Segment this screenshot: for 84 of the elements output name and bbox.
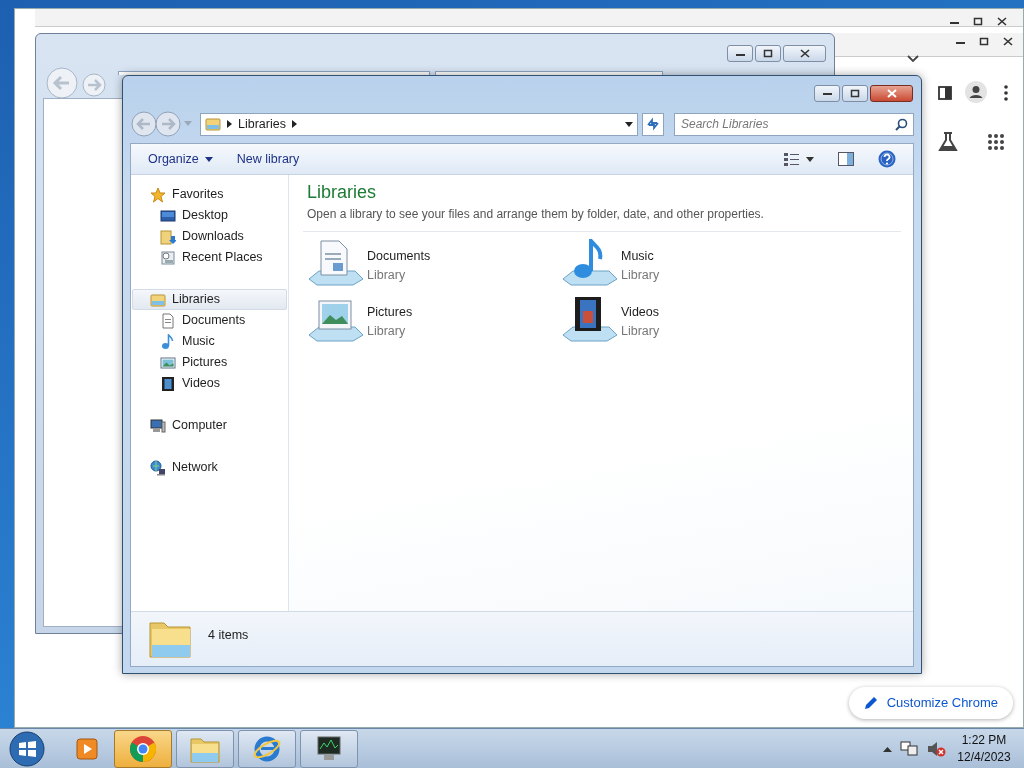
minimize-icon — [822, 91, 832, 95]
nav-item[interactable]: Documents — [132, 310, 287, 331]
desktop-icon — [160, 207, 176, 224]
nav-item[interactable]: Pictures — [132, 352, 287, 373]
nav-item[interactable]: Desktop — [132, 205, 287, 226]
caret-icon — [204, 156, 213, 162]
network-icon[interactable] — [900, 739, 918, 758]
refresh-icon — [646, 117, 660, 131]
libraries-icon — [150, 291, 166, 308]
side-panel-icon[interactable] — [937, 85, 953, 101]
preview-pane-icon — [838, 152, 854, 166]
nav-item[interactable]: Videos — [132, 373, 287, 394]
pencil-icon — [863, 696, 878, 710]
nav-item[interactable]: Music — [132, 331, 287, 352]
maximize-icon — [979, 37, 989, 46]
library-item[interactable]: Videos Library — [561, 295, 815, 345]
view-list-icon — [784, 152, 800, 166]
close-icon — [799, 49, 810, 58]
internet-explorer-icon — [252, 734, 282, 763]
library-item[interactable]: Pictures Library — [307, 295, 561, 345]
maximize-icon — [850, 88, 860, 98]
minimize-button[interactable] — [814, 84, 840, 102]
picture-icon — [160, 354, 176, 371]
document-icon — [160, 312, 176, 329]
taskbar-button[interactable] — [300, 729, 358, 768]
close-button[interactable] — [870, 84, 913, 102]
music-library-icon — [561, 239, 617, 289]
nav-item[interactable]: Network — [132, 457, 287, 478]
address-field[interactable] — [118, 71, 430, 75]
profile-icon[interactable] — [965, 81, 987, 103]
downloads-icon — [160, 228, 176, 245]
nav-item[interactable]: Recent Places — [132, 247, 287, 268]
customize-chrome-button[interactable]: Customize Chrome — [848, 687, 1013, 719]
show-hidden-icons-icon[interactable] — [883, 745, 892, 752]
minimize-button[interactable] — [727, 45, 753, 62]
network-icon — [150, 459, 166, 476]
maximize-button[interactable] — [842, 84, 868, 102]
star-icon — [150, 186, 166, 203]
description-text: Open a library to see your files and arrange them by folder, date, and other properties. — [307, 206, 765, 223]
nav-item[interactable]: Downloads — [132, 226, 287, 247]
chevron-right-icon — [227, 120, 232, 128]
search-field[interactable]: Search Libraries — [674, 112, 914, 136]
film-icon — [160, 375, 176, 392]
search-field[interactable] — [435, 71, 663, 75]
chevron-down-icon — [907, 54, 919, 63]
maximize-button[interactable] — [755, 45, 781, 62]
refresh-button[interactable] — [642, 112, 664, 136]
clock[interactable]: 1:22 PM 12/4/2023 — [954, 731, 1014, 766]
close-button[interactable] — [783, 45, 826, 62]
videos-library-icon — [561, 295, 617, 345]
dropdown-icon — [625, 121, 633, 127]
help-icon — [878, 150, 896, 168]
close-icon — [1003, 37, 1013, 46]
flask-icon[interactable] — [937, 131, 959, 153]
breadcrumb[interactable]: Libraries — [238, 114, 286, 134]
search-icon — [895, 117, 908, 131]
nav-item[interactable]: Favorites — [132, 184, 287, 205]
documents-library-icon — [307, 239, 363, 289]
volume-muted-icon[interactable] — [926, 739, 946, 758]
windows-logo-icon — [9, 730, 45, 767]
recent-places-icon — [160, 249, 176, 266]
item-count: 4 items — [208, 627, 249, 644]
monitor-icon — [314, 734, 344, 763]
chrome-icon — [129, 734, 157, 763]
page-heading: Libraries — [307, 181, 378, 204]
maximize-icon — [973, 17, 983, 26]
computer-icon — [150, 417, 166, 434]
organize-menu-button[interactable]: Organize — [139, 146, 222, 172]
libraries-icon — [205, 116, 221, 132]
address-bar[interactable]: Libraries — [200, 112, 638, 136]
nav-item[interactable]: Libraries — [132, 289, 287, 310]
close-icon — [886, 88, 897, 98]
library-item[interactable]: Documents Library — [307, 239, 561, 289]
toolbar-button[interactable]: New library — [227, 146, 309, 172]
close-icon — [997, 17, 1007, 26]
library-item[interactable]: Music Library — [561, 239, 815, 289]
maximize-icon — [763, 49, 773, 58]
music-note-icon — [160, 333, 176, 350]
media-player-icon — [75, 736, 99, 761]
more-options-icon[interactable] — [1003, 85, 1009, 101]
caret-icon — [806, 156, 814, 162]
chevron-right-icon — [291, 120, 297, 128]
apps-grid-icon[interactable] — [987, 133, 1005, 151]
nav-item[interactable]: Computer — [132, 415, 287, 436]
